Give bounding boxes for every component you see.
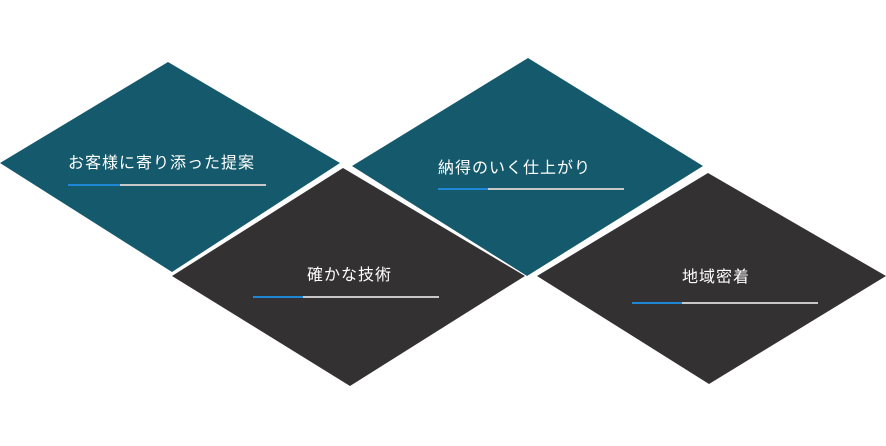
card-underline — [632, 302, 818, 304]
feature-diamond-grid: お客様に寄り添った提案 納得のいく仕上がり 確かな技術 地域密着 — [0, 0, 886, 446]
card-underline — [253, 296, 439, 298]
card-label-technique: 確かな技術 — [307, 265, 393, 284]
diamond-shapes — [0, 58, 886, 386]
card-underline — [438, 188, 624, 190]
underline-accent — [68, 184, 120, 186]
underline-accent — [632, 302, 682, 304]
card-label-local: 地域密着 — [682, 267, 751, 286]
underline-accent — [438, 188, 488, 190]
card-label-proposal: お客様に寄り添った提案 — [68, 153, 256, 172]
card-label-satisfaction: 納得のいく仕上がり — [438, 158, 592, 177]
card-underline — [68, 184, 266, 186]
underline-accent — [253, 296, 303, 298]
